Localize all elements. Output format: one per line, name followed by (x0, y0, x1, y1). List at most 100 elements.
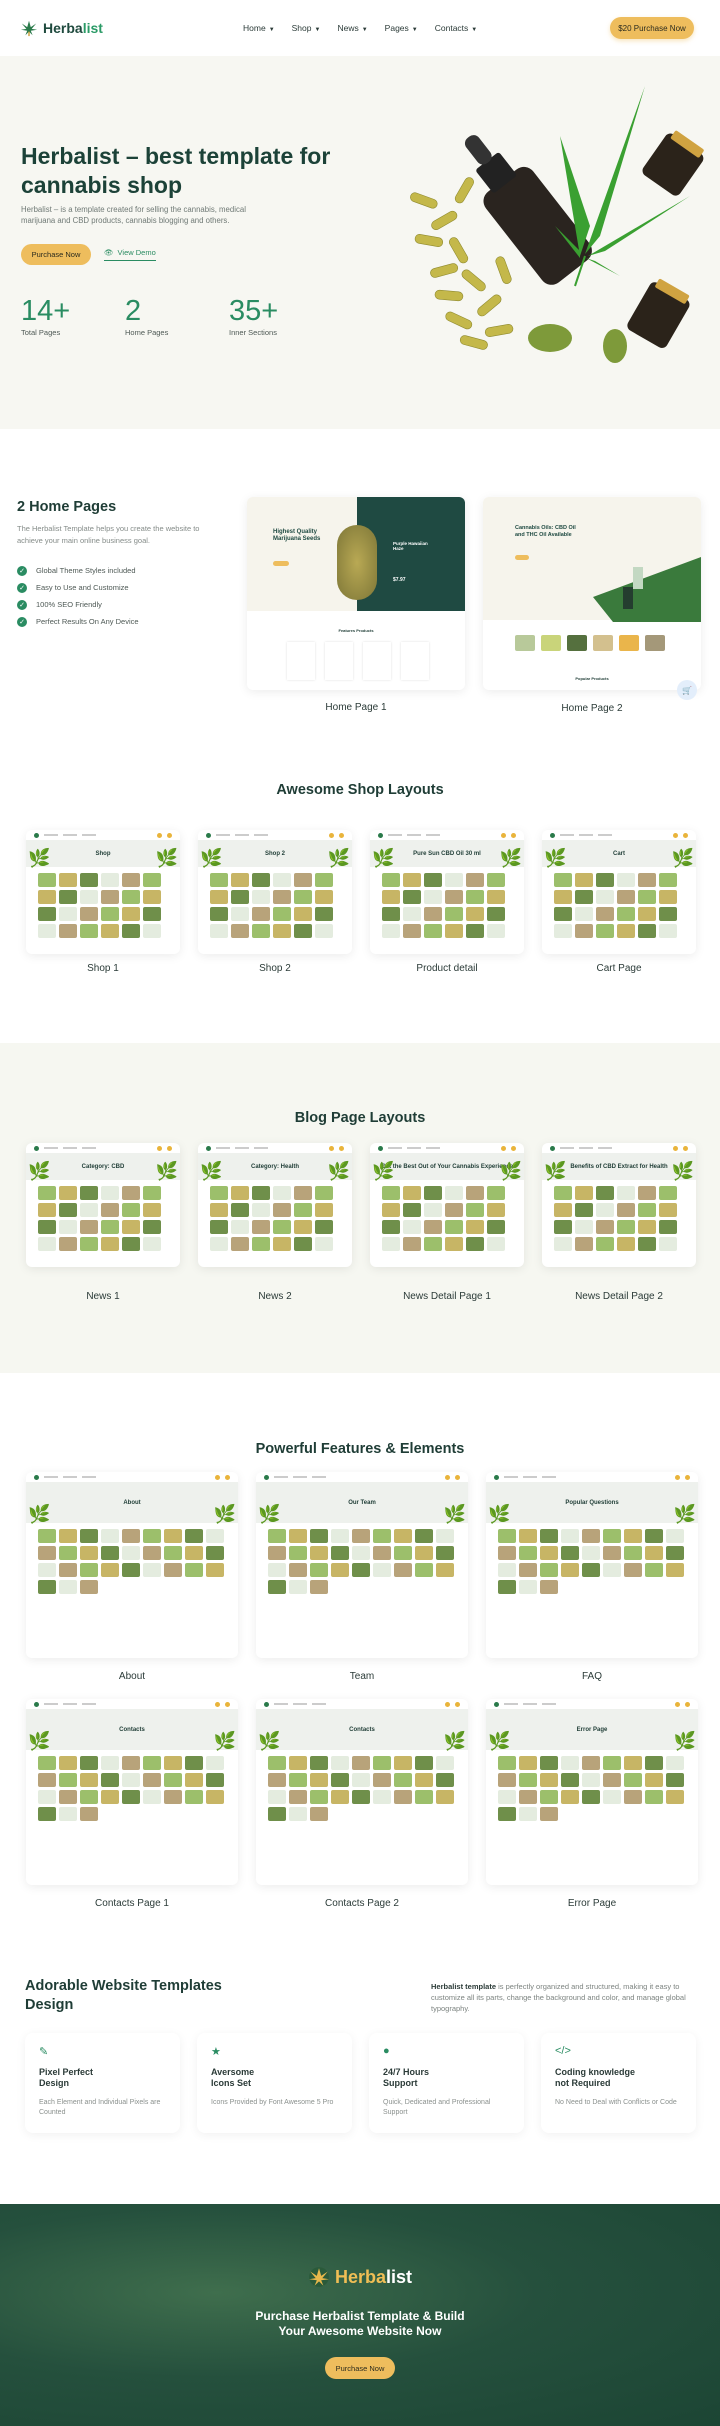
feature-card-text: Each Element and Individual Pixels are C… (39, 2099, 161, 2116)
thumb (445, 924, 463, 938)
thumb (122, 1790, 140, 1804)
thumb (164, 1756, 182, 1770)
thumb (519, 1529, 537, 1543)
thumb (310, 1546, 328, 1560)
mini-logo (264, 1701, 269, 1707)
thumb (554, 873, 572, 887)
thumb (445, 1220, 463, 1234)
banner-title: Category: Health (250, 1163, 299, 1170)
thumb (252, 907, 270, 921)
thumb (445, 873, 463, 887)
blog-layout-preview[interactable]: 🌿 Benefits of CBD Extract for Health 🌿 (542, 1143, 696, 1267)
cta-logo-b: list (386, 2266, 413, 2287)
thumb (659, 873, 677, 887)
nav-item-news[interactable]: News ▼ (337, 23, 367, 33)
thumb (403, 1203, 421, 1217)
page-banner: 🌿 Our Team 🌿 (256, 1482, 468, 1523)
view-demo-link[interactable]: 👁 View Demo (104, 248, 156, 261)
thumb (38, 1580, 56, 1594)
thumb (101, 890, 119, 904)
feature-page-preview[interactable]: 🌿 Popular Questions 🌿 (486, 1472, 698, 1658)
check-label: Perfect Results On Any Device (36, 617, 139, 626)
thumb (645, 1563, 663, 1577)
thumb (487, 890, 505, 904)
shop-layout-caption: Product detail (416, 963, 478, 974)
nav-item-contacts[interactable]: Contacts ▼ (435, 23, 478, 33)
content-thumbs (26, 1523, 238, 1600)
thumb (540, 1580, 558, 1594)
mini-logo (34, 1474, 39, 1480)
check-label: 100% SEO Friendly (36, 600, 102, 609)
thumb (352, 1756, 370, 1770)
shop-layout-preview[interactable]: 🌿 Shop 2 🌿 (198, 830, 352, 954)
home-page-1-caption: Home Page 1 (325, 702, 387, 713)
header-purchase-button[interactable]: $20 Purchase Now (610, 17, 694, 39)
nav-label: Home (243, 23, 266, 33)
nav-item-home[interactable]: Home ▼ (243, 23, 275, 33)
mini-nav-item (44, 1147, 58, 1149)
thumb (185, 1563, 203, 1577)
feature-page-preview[interactable]: 🌿 Our Team 🌿 (256, 1472, 468, 1658)
mini-icon (673, 832, 678, 838)
thumb (268, 1773, 286, 1787)
leaf-icon: 🌿 (155, 1161, 178, 1181)
thumb (294, 890, 312, 904)
mini-nav (26, 1699, 238, 1709)
thumb (554, 907, 572, 921)
cta-purchase-button[interactable]: Purchase Now (325, 2357, 395, 2379)
mini-icon (511, 832, 516, 838)
feature-card-title: Aversome Icons Set (211, 2067, 255, 2088)
blog-layout-preview[interactable]: 🌿 Get the Best Out of Your Cannabis Exper… (370, 1143, 524, 1267)
thumb (38, 890, 56, 904)
thumb (603, 1756, 621, 1770)
content-thumbs (486, 1523, 698, 1600)
blog-layout-preview[interactable]: 🌿 Category: CBD 🌿 (26, 1143, 180, 1267)
leaf-icon: 🌿 (213, 1731, 236, 1751)
thumb (466, 1186, 484, 1200)
mock1-title: Highest Quality Marijuana Seeds (273, 529, 321, 542)
nav-item-pages[interactable]: Pages ▼ (385, 23, 418, 33)
thumb (575, 1237, 593, 1251)
thumb (252, 1237, 270, 1251)
leaf-icon: 🌿 (258, 1731, 281, 1751)
shop-layout-caption: Cart Page (596, 963, 642, 974)
thumb (289, 1756, 307, 1770)
thumb (617, 1237, 635, 1251)
mini-icon (339, 1145, 344, 1151)
thumb (273, 890, 291, 904)
blog-layout-preview[interactable]: 🌿 Category: Health 🌿 (198, 1143, 352, 1267)
check-label: Easy to Use and Customize (36, 583, 129, 592)
shop-layout-preview[interactable]: 🌿 Shop 🌿 (26, 830, 180, 954)
shop-layout-preview[interactable]: 🌿 Pure Sun CBD Oil 30 ml 🌿 (370, 830, 524, 954)
feature-page-preview[interactable]: 🌿 Error Page 🌿 (486, 1699, 698, 1885)
mini-logo (206, 832, 211, 838)
feature-page-preview[interactable]: 🌿 About 🌿 (26, 1472, 238, 1658)
thumb (252, 1203, 270, 1217)
thumb (582, 1529, 600, 1543)
feature-page-preview[interactable]: 🌿 Contacts 🌿 (26, 1699, 238, 1885)
thumb (80, 1773, 98, 1787)
mini-icon (455, 1474, 460, 1480)
logo[interactable]: Herba list (20, 19, 103, 37)
home-page-1-preview[interactable]: Highest Quality Marijuana Seeds Purple H… (247, 497, 465, 690)
check-item: ✓ Easy to Use and Customize (17, 579, 139, 596)
thumb (624, 1546, 642, 1560)
hero-purchase-button[interactable]: Purchase Now (21, 244, 91, 265)
mini-nav-item (63, 1476, 77, 1478)
thumb (645, 1756, 663, 1770)
feature-page-preview[interactable]: 🌿 Contacts 🌿 (256, 1699, 468, 1885)
shop-layout-preview[interactable]: 🌿 Cart 🌿 (542, 830, 696, 954)
thumb (38, 1807, 56, 1821)
nav-item-shop[interactable]: Shop ▼ (292, 23, 321, 33)
thumb (403, 1237, 421, 1251)
design-title: Adorable Website Templates Design (25, 1978, 222, 2013)
cart-float-button[interactable]: 🛒 (677, 680, 697, 700)
feature-card-title: Coding knowledge not Required (555, 2067, 635, 2088)
home-page-2-preview[interactable]: Cannabis Oils: CBD Oil and THC Oil Avail… (483, 497, 701, 690)
thumb (252, 1220, 270, 1234)
mini-logo (494, 1474, 499, 1480)
thumb (210, 1220, 228, 1234)
thumb (382, 1220, 400, 1234)
thumb (666, 1773, 684, 1787)
thumb (80, 907, 98, 921)
